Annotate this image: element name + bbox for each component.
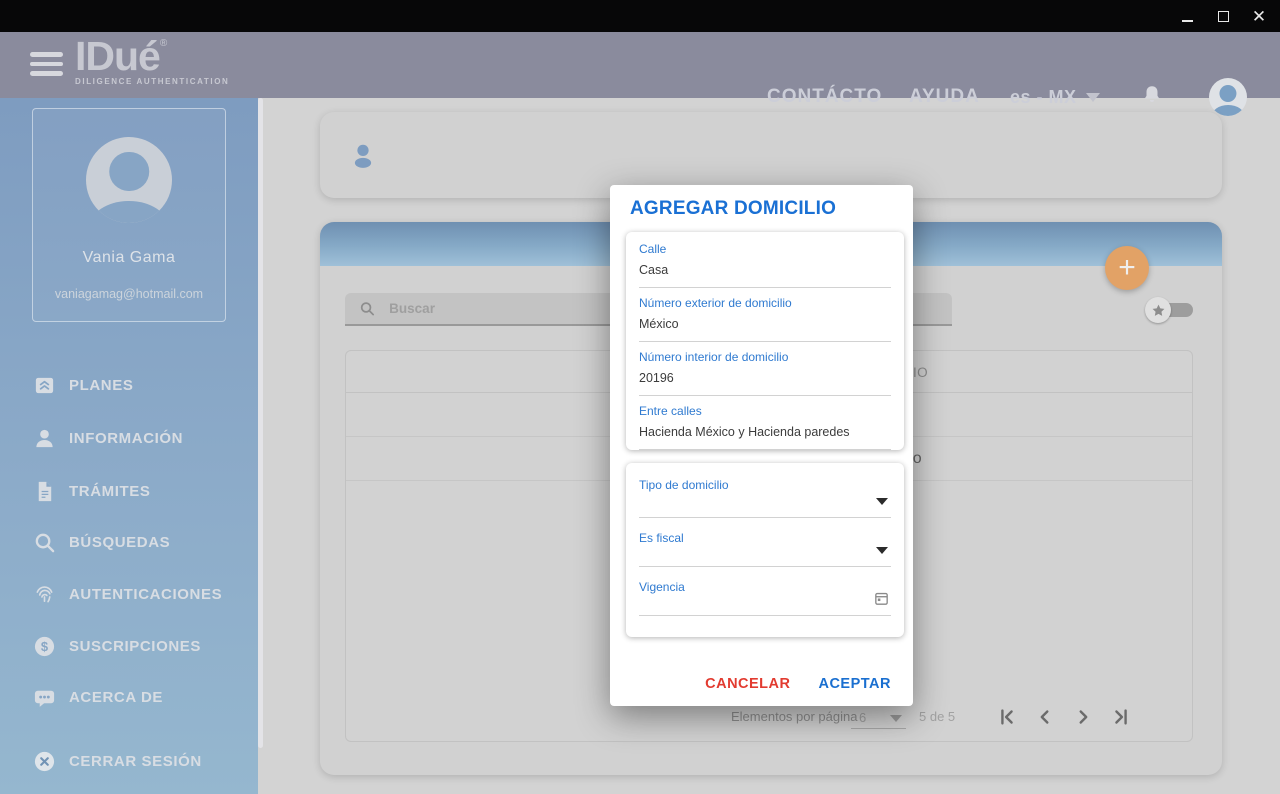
language-value: es - MX <box>1010 86 1077 107</box>
dropdown-caret-icon <box>876 547 888 554</box>
sidebar-item-suscripciones[interactable]: $ SUSCRIPCIONES <box>33 633 243 659</box>
chevron-down-icon <box>890 715 902 722</box>
next-page-icon[interactable] <box>1072 706 1094 728</box>
sidebar-item-busquedas[interactable]: BÚSQUEDAS <box>33 529 243 555</box>
brand-name: IDué <box>75 33 161 79</box>
field-numero-exterior[interactable]: Número exterior de domicilio México <box>639 288 891 342</box>
app-window: ✕ IDué® DILIGENCE AUTHENTICATION CONTÁCT… <box>0 0 1280 794</box>
profile-email: vaniagamag@hotmail.com <box>54 287 204 301</box>
favorites-filter-toggle[interactable] <box>1145 297 1193 323</box>
maximize-icon[interactable] <box>1206 0 1240 32</box>
dollar-icon: $ <box>34 636 55 656</box>
app-header: IDué® DILIGENCE AUTHENTICATION CONTÁCTO … <box>0 32 1280 116</box>
address-fields-card: Calle Casa Número exterior de domicilio … <box>626 232 904 450</box>
dropdown-caret-icon <box>876 498 888 505</box>
agregar-domicilio-modal: AGREGAR DOMICILIO Calle Casa Número exte… <box>610 185 913 706</box>
modal-title: AGREGAR DOMICILIO <box>630 198 837 219</box>
toggle-thumb <box>1145 297 1171 323</box>
address-options-card: Tipo de domicilio Es fiscal Vigencia <box>626 463 904 637</box>
items-per-page-value: 6 <box>859 710 867 725</box>
plans-icon <box>35 377 54 393</box>
sidebar-item-informacion[interactable]: INFORMACIÓN <box>33 425 243 451</box>
items-per-page-label: Elementos por página <box>731 709 858 724</box>
sidebar-item-tramites[interactable]: TRÁMITES <box>33 478 243 504</box>
close-icon[interactable]: ✕ <box>1242 0 1276 32</box>
items-per-page-select[interactable]: 6 <box>851 705 906 729</box>
page-range-label: 5 de 5 <box>919 709 956 724</box>
field-calle[interactable]: Calle Casa <box>639 234 891 288</box>
chat-icon <box>34 690 55 707</box>
minimize-icon[interactable] <box>1170 0 1204 32</box>
sidebar-scrollbar[interactable] <box>258 98 263 748</box>
logout-icon <box>34 751 55 771</box>
modal-actions: CANCELAR ACEPTAR <box>705 676 891 692</box>
select-es-fiscal[interactable]: Es fiscal <box>639 518 891 567</box>
sidebar-item-planes[interactable]: PLANES <box>33 372 243 398</box>
select-tipo-de-domicilio[interactable]: Tipo de domicilio <box>639 463 891 518</box>
first-page-icon[interactable] <box>996 706 1018 728</box>
add-domicilio-fab-button[interactable]: + <box>1105 246 1149 290</box>
accept-button[interactable]: ACEPTAR <box>818 676 891 692</box>
calendar-icon <box>875 592 888 605</box>
person-icon <box>36 429 53 447</box>
profile-name: Vania Gama <box>82 249 176 266</box>
registered-mark: ® <box>159 38 168 49</box>
datepicker-vigencia[interactable]: Vigencia <box>639 567 891 616</box>
document-icon <box>38 481 52 501</box>
last-page-icon[interactable] <box>1110 706 1132 728</box>
search-icon <box>35 533 55 552</box>
svg-text:$: $ <box>41 639 48 654</box>
profile-avatar <box>86 137 172 223</box>
fingerprint-icon <box>36 585 53 603</box>
os-titlebar: ✕ <box>0 0 1280 32</box>
field-entre-calles[interactable]: Entre calles Hacienda México y Hacienda … <box>639 396 891 450</box>
previous-page-icon[interactable] <box>1034 706 1056 728</box>
person-icon <box>354 144 372 168</box>
sidebar-item-autenticaciones[interactable]: AUTENTICACIONES <box>33 581 243 607</box>
sidebar-item-acerca-de[interactable]: ACERCA DE <box>33 684 243 710</box>
brand-subtitle: DILIGENCE AUTHENTICATION <box>75 77 230 86</box>
cancel-button[interactable]: CANCELAR <box>705 676 790 692</box>
sidebar-item-cerrar-sesion[interactable]: CERRAR SESIÓN <box>33 748 243 774</box>
sidebar: Vania Gama vaniagamag@hotmail.com PLANES… <box>0 98 258 794</box>
profile-card: Vania Gama vaniagamag@hotmail.com <box>32 108 226 322</box>
field-numero-interior[interactable]: Número interior de domicilio 20196 <box>639 342 891 396</box>
notifications-bell-icon[interactable] <box>1141 84 1163 110</box>
chevron-down-icon <box>1085 92 1100 102</box>
star-icon <box>1152 304 1164 316</box>
brand-logo: IDué® DILIGENCE AUTHENTICATION <box>75 36 229 86</box>
paginator: Elementos por página 6 5 de 5 <box>346 703 1192 733</box>
search-icon <box>360 302 375 316</box>
user-avatar[interactable] <box>1209 78 1247 116</box>
menu-hamburger-icon[interactable] <box>30 52 63 78</box>
